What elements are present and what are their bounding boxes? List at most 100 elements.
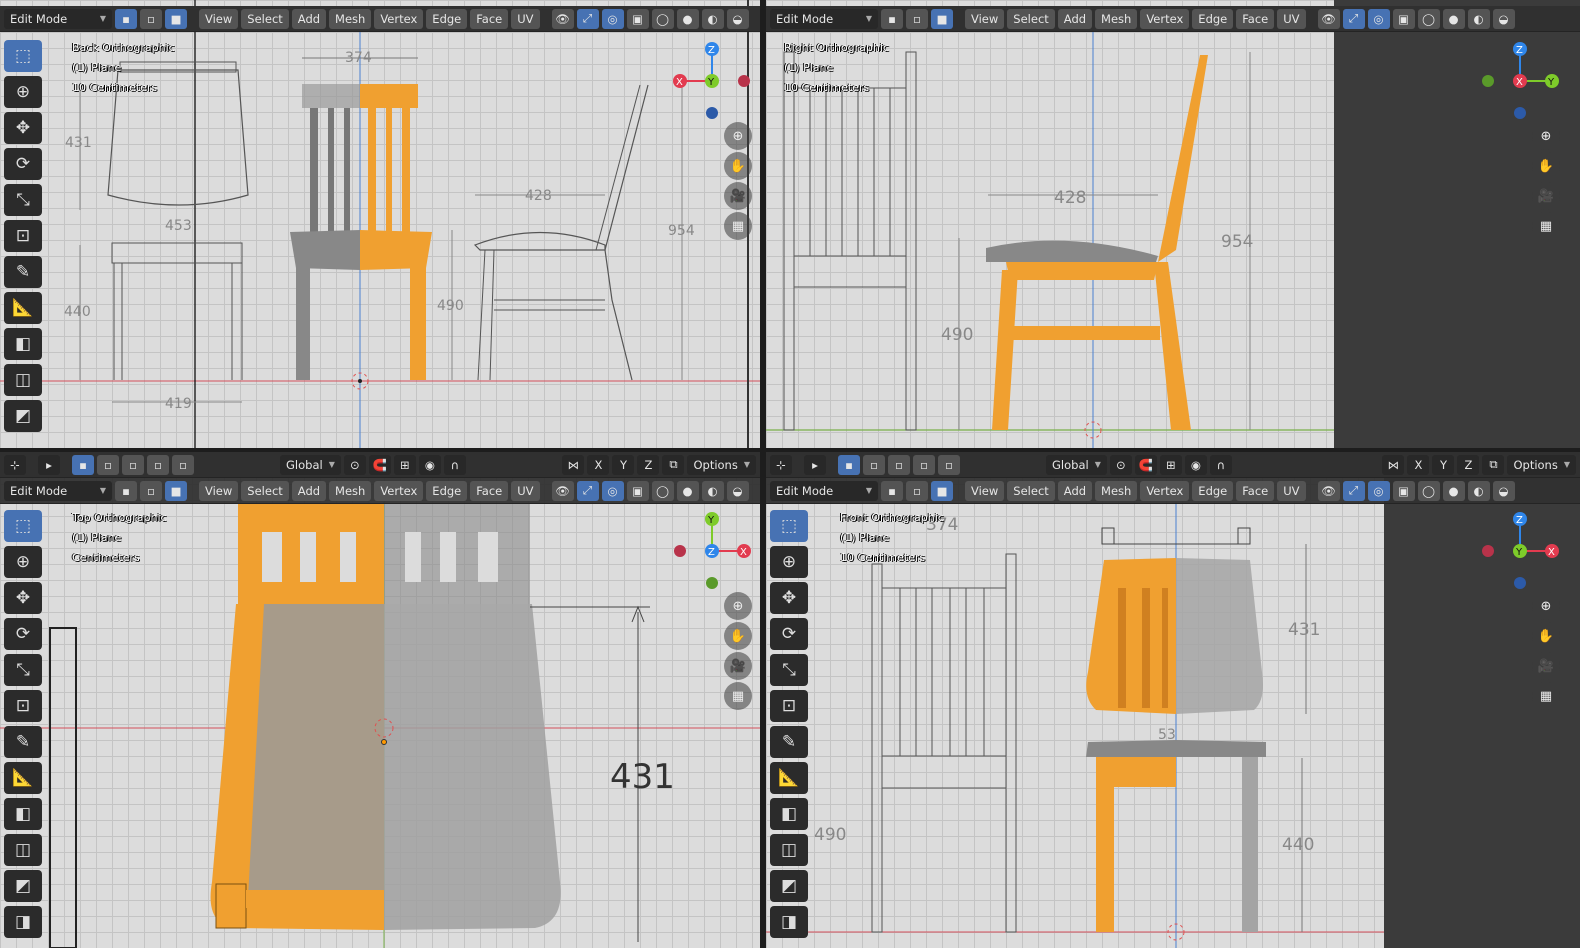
- zoom-in-icon[interactable]: ⊕: [724, 122, 752, 150]
- grid-icon[interactable]: ▦: [724, 682, 752, 710]
- navigation-gizmo[interactable]: Z X Y: [1480, 510, 1560, 590]
- menu-add[interactable]: Add: [1057, 8, 1093, 29]
- visibility-icon[interactable]: 👁: [551, 8, 574, 29]
- menu-face[interactable]: Face: [470, 480, 509, 501]
- cursor-icon[interactable]: ⊕: [770, 546, 808, 578]
- active-tool-icon[interactable]: ▸: [38, 454, 60, 475]
- measure-icon[interactable]: 📐: [770, 762, 808, 794]
- menu-view[interactable]: View: [199, 480, 239, 501]
- mirror-x-toggle[interactable]: X: [1407, 454, 1430, 475]
- gizmo-toggle-icon[interactable]: ⤢: [576, 8, 599, 29]
- solid-shading-icon[interactable]: ●: [676, 480, 699, 501]
- menu-mesh[interactable]: Mesh: [1095, 480, 1138, 501]
- proportional-edit-icon[interactable]: ◉: [418, 454, 441, 475]
- rendered-shading-icon[interactable]: ◒: [726, 480, 749, 501]
- camera-icon[interactable]: 🎥: [1532, 652, 1560, 680]
- options-menu[interactable]: Options ▼: [687, 454, 756, 475]
- editor-type-icon[interactable]: ⊹: [770, 454, 792, 475]
- transform-orientation-select[interactable]: Global ▼: [1046, 454, 1107, 475]
- measure-icon[interactable]: 📐: [4, 762, 42, 794]
- move-icon[interactable]: ✥: [770, 582, 808, 614]
- hand-pan-icon[interactable]: ✋: [724, 622, 752, 650]
- transform-icon[interactable]: ⊡: [770, 690, 808, 722]
- inset-icon[interactable]: ◫: [4, 364, 42, 396]
- overlay-toggle-icon[interactable]: ◎: [601, 480, 624, 501]
- visibility-icon[interactable]: 👁: [1317, 480, 1340, 501]
- navigation-gizmo[interactable]: Z Y X: [1480, 40, 1560, 120]
- camera-icon[interactable]: 🎥: [724, 182, 752, 210]
- loop-cut-icon[interactable]: ◨: [770, 906, 808, 938]
- mode-select[interactable]: Edit Mode ▼: [770, 8, 878, 29]
- select-mode-intersect-icon[interactable]: ▫: [938, 454, 960, 475]
- active-tool-icon[interactable]: ▸: [804, 454, 826, 475]
- rotate-icon[interactable]: ⟳: [4, 618, 42, 650]
- edge-select-icon[interactable]: ▫: [906, 8, 928, 29]
- rendered-shading-icon[interactable]: ◒: [1492, 8, 1515, 29]
- grid-icon[interactable]: ▦: [724, 212, 752, 240]
- visibility-icon[interactable]: 👁: [1317, 8, 1340, 29]
- menu-vertex[interactable]: Vertex: [374, 8, 424, 29]
- material-shading-icon[interactable]: ◐: [701, 8, 724, 29]
- select-mode-extend-icon[interactable]: ▫: [97, 454, 119, 475]
- inset-icon[interactable]: ◫: [770, 834, 808, 866]
- menu-uv[interactable]: UV: [511, 480, 540, 501]
- transform-icon[interactable]: ⊡: [4, 690, 42, 722]
- solid-shading-icon[interactable]: ●: [1442, 8, 1465, 29]
- loop-cut-icon[interactable]: ◨: [4, 906, 42, 938]
- edge-select-icon[interactable]: ▫: [140, 8, 162, 29]
- solid-shading-icon[interactable]: ●: [676, 8, 699, 29]
- viewport-front[interactable]: ⊹ ▸ ▪ ▫ ▫ ▫ ▫ Global ▼ ⊙ 🧲 ⊞ ◉ ∩ ⋈ X Y Z …: [766, 452, 1580, 948]
- scale-icon[interactable]: ⤡: [4, 654, 42, 686]
- menu-vertex[interactable]: Vertex: [374, 480, 424, 501]
- viewport-right[interactable]: Edit Mode ▼ ▪ ▫ ■ View Select Add Mesh Ve…: [766, 0, 1580, 448]
- grid-icon[interactable]: ▦: [1532, 212, 1560, 240]
- vertex-select-icon[interactable]: ▪: [881, 8, 903, 29]
- mirror-icon[interactable]: ⋈: [562, 454, 585, 475]
- material-shading-icon[interactable]: ◐: [1467, 8, 1490, 29]
- gizmo-toggle-icon[interactable]: ⤢: [576, 480, 599, 501]
- snap-target-icon[interactable]: ⊞: [393, 454, 416, 475]
- mirror-y-toggle[interactable]: Y: [1432, 454, 1455, 475]
- vertex-select-icon[interactable]: ▪: [881, 480, 903, 501]
- bevel-icon[interactable]: ◩: [4, 400, 42, 432]
- scale-icon[interactable]: ⤡: [4, 184, 42, 216]
- select-mode-subtract-icon[interactable]: ▫: [122, 454, 144, 475]
- menu-select[interactable]: Select: [241, 480, 289, 501]
- select-mode-invert-icon[interactable]: ▫: [913, 454, 935, 475]
- menu-select[interactable]: Select: [1007, 8, 1055, 29]
- zoom-in-icon[interactable]: ⊕: [1532, 122, 1560, 150]
- hand-pan-icon[interactable]: ✋: [1532, 152, 1560, 180]
- menu-face[interactable]: Face: [1236, 480, 1275, 501]
- rendered-shading-icon[interactable]: ◒: [726, 8, 749, 29]
- mirror-x-toggle[interactable]: X: [587, 454, 610, 475]
- visibility-icon[interactable]: 👁: [551, 480, 574, 501]
- gizmo-toggle-icon[interactable]: ⤢: [1342, 8, 1365, 29]
- vertex-select-icon[interactable]: ▪: [115, 8, 137, 29]
- menu-add[interactable]: Add: [291, 8, 327, 29]
- menu-mesh[interactable]: Mesh: [329, 480, 372, 501]
- falloff-icon[interactable]: ∩: [1209, 454, 1232, 475]
- move-icon[interactable]: ✥: [4, 582, 42, 614]
- menu-view[interactable]: View: [965, 8, 1005, 29]
- select-box-icon[interactable]: ⬚: [4, 510, 42, 542]
- menu-add[interactable]: Add: [1057, 480, 1093, 501]
- bevel-icon[interactable]: ◩: [4, 870, 42, 902]
- grid-icon[interactable]: ▦: [1532, 682, 1560, 710]
- overlay-toggle-icon[interactable]: ◎: [1367, 480, 1390, 501]
- menu-mesh[interactable]: Mesh: [329, 8, 372, 29]
- menu-select[interactable]: Select: [1007, 480, 1055, 501]
- menu-edge[interactable]: Edge: [426, 480, 468, 501]
- menu-edge[interactable]: Edge: [1192, 480, 1234, 501]
- solid-shading-icon[interactable]: ●: [1442, 480, 1465, 501]
- menu-view[interactable]: View: [199, 8, 239, 29]
- annotate-icon[interactable]: ✎: [770, 726, 808, 758]
- cursor-icon[interactable]: ⊕: [4, 546, 42, 578]
- menu-uv[interactable]: UV: [1277, 8, 1306, 29]
- hand-pan-icon[interactable]: ✋: [724, 152, 752, 180]
- wireframe-shading-icon[interactable]: ◯: [1417, 480, 1440, 501]
- falloff-icon[interactable]: ∩: [443, 454, 466, 475]
- select-box-icon[interactable]: ⬚: [770, 510, 808, 542]
- xray-icon[interactable]: ▣: [626, 480, 649, 501]
- edge-select-icon[interactable]: ▫: [906, 480, 928, 501]
- menu-uv[interactable]: UV: [1277, 480, 1306, 501]
